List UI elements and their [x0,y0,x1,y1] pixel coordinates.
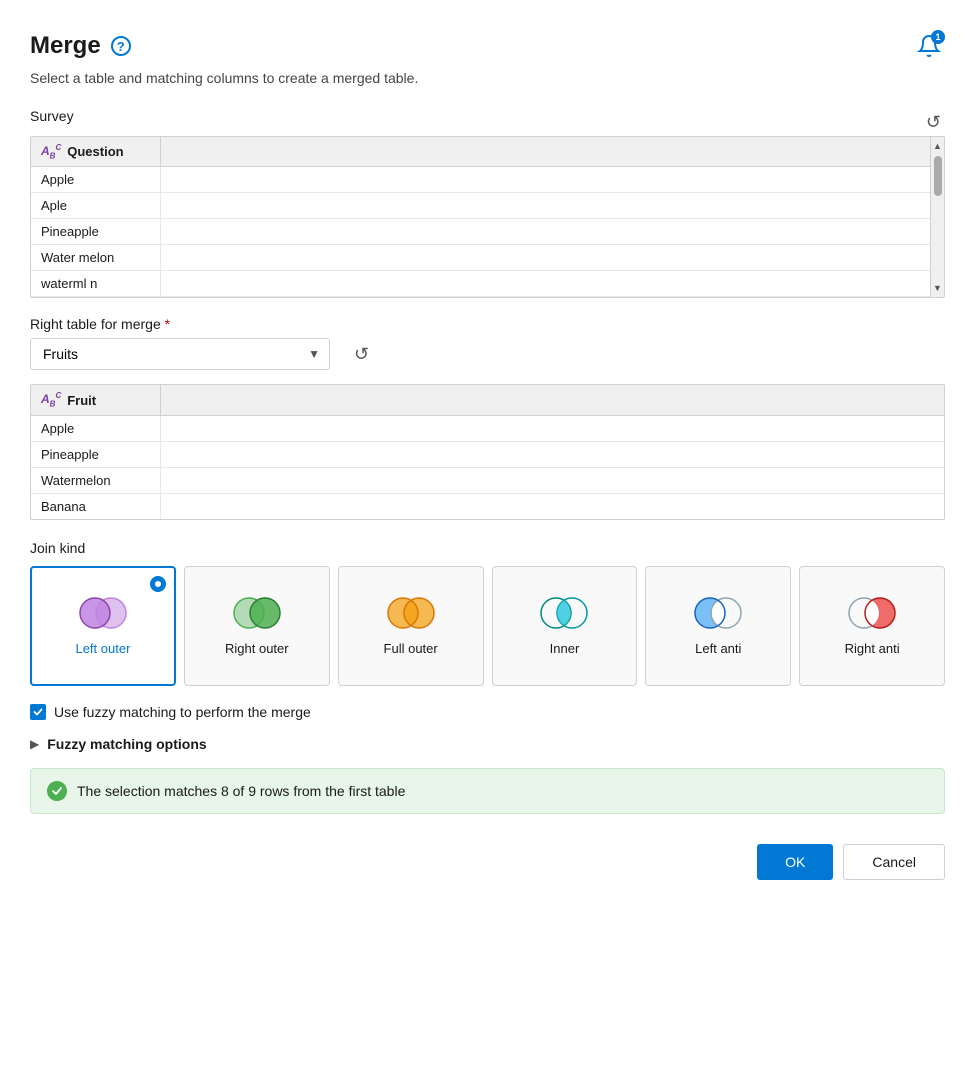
join-option-label-inner: Inner [550,641,580,656]
venn-right-anti [844,595,900,631]
selected-indicator [150,576,166,592]
help-icon[interactable]: ? [111,36,131,56]
join-option-label-right-outer: Right outer [225,641,289,656]
fuzzy-matching-options-label: Fuzzy matching options [47,736,206,752]
refresh-left-table-button[interactable]: ↺ [922,108,945,137]
right-table-dropdown-wrapper: Fruits ▼ [30,338,330,370]
venn-inner [536,595,592,631]
left-table-cell: waterml n [31,271,161,296]
scroll-up-button[interactable]: ▲ [931,139,944,153]
table-row: Apple [31,167,944,193]
table-row: Pineapple [31,442,944,468]
fuzzy-matching-checkbox-row: Use fuzzy matching to perform the merge [30,704,945,720]
venn-left-anti [690,595,746,631]
success-banner: The selection matches 8 of 9 rows from t… [30,768,945,814]
venn-left-outer [75,595,131,631]
table-row: Aple [31,193,944,219]
right-table-cell: Pineapple [31,442,161,467]
join-option-label-right-anti: Right anti [845,641,900,656]
join-option-left-outer[interactable]: Left outer [30,566,176,686]
abc-icon-fruit: ABC [41,391,61,408]
right-table: ABC Fruit Apple Pineapple Watermelon Ban… [30,384,945,519]
join-option-label-left-anti: Left anti [695,641,741,656]
right-table-cell: Apple [31,416,161,441]
join-option-full-outer[interactable]: Full outer [338,566,484,686]
table-row: Watermelon [31,468,944,494]
right-table-cell: Watermelon [31,468,161,493]
join-kind-label: Join kind [30,540,945,556]
right-table-dropdown[interactable]: Fruits [30,338,330,370]
chevron-right-icon: ▶ [30,737,39,751]
cancel-button[interactable]: Cancel [843,844,945,880]
right-table-cell: Banana [31,494,161,519]
left-table-cell: Water melon [31,245,161,270]
left-table-cell: Pineapple [31,219,161,244]
venn-right-outer [229,595,285,631]
refresh-right-table-button[interactable]: ↺ [350,340,373,369]
success-message: The selection matches 8 of 9 rows from t… [77,783,405,799]
notification-badge: 1 [931,30,945,44]
scroll-thumb[interactable] [934,156,942,196]
join-options: Left outer Right outer [30,566,945,686]
fuzzy-matching-checkbox[interactable] [30,704,46,720]
fuzzy-matching-options-header[interactable]: ▶ Fuzzy matching options [30,736,945,752]
subtitle: Select a table and matching columns to c… [30,70,945,86]
left-table-header-question: ABC Question [31,137,161,166]
footer-buttons: OK Cancel [30,844,945,880]
join-option-right-anti[interactable]: Right anti [799,566,945,686]
join-option-right-outer[interactable]: Right outer [184,566,330,686]
left-table: ABC Question Apple Aple Pineapple Water … [30,136,945,298]
scroll-down-button[interactable]: ▼ [931,281,944,295]
notification-icon[interactable]: 1 [913,30,945,62]
left-table-label: Survey [30,108,74,124]
venn-full-outer [383,595,439,631]
right-table-header-fruit: ABC Fruit [31,385,161,414]
left-table-cell: Apple [31,167,161,192]
right-table-header: ABC Fruit [31,385,944,415]
table-row: Apple [31,416,944,442]
right-table-label: Right table for merge [30,316,161,332]
left-table-cell: Aple [31,193,161,218]
required-indicator: * [165,316,170,332]
table-row: Water melon [31,245,944,271]
join-option-label-left-outer: Left outer [75,641,130,656]
ok-button[interactable]: OK [757,844,833,880]
abc-icon-question: ABC [41,143,61,160]
join-option-left-anti[interactable]: Left anti [645,566,791,686]
success-icon [47,781,67,801]
table-row: waterml n [31,271,944,297]
fuzzy-matching-label: Use fuzzy matching to perform the merge [54,704,311,720]
join-option-inner[interactable]: Inner [492,566,638,686]
table-row: Pineapple [31,219,944,245]
page-title: Merge [30,32,101,60]
table-row: Banana [31,494,944,519]
left-table-header: ABC Question [31,137,944,167]
join-option-label-full-outer: Full outer [384,641,438,656]
